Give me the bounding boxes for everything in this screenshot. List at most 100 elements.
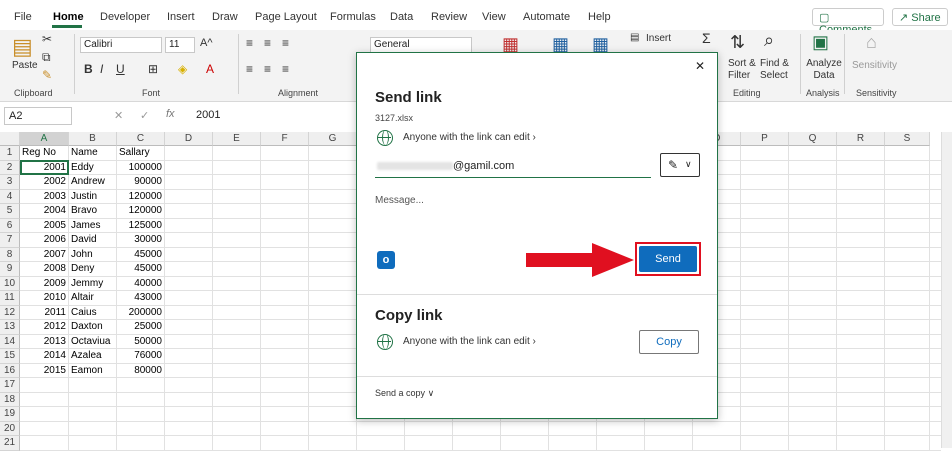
row-header-6[interactable]: 6 [0,218,20,233]
enter-icon[interactable]: ✓ [140,109,149,122]
cell-b10[interactable]: Jemmy [71,277,116,292]
sensitivity-label[interactable]: Sensitivity [852,60,897,71]
cell-a7[interactable]: 2006 [22,233,68,248]
cell-a10[interactable]: 2009 [22,277,68,292]
tab-automate[interactable]: Automate [523,11,570,23]
sort-filter-icon[interactable]: ⇅ [730,32,745,53]
name-box[interactable]: A2 [4,107,72,125]
cell-c2[interactable]: 100000 [119,161,164,176]
tab-review[interactable]: Review [431,11,467,23]
grow-font-icon[interactable]: A^ [200,37,213,49]
align-bottom-icon[interactable]: ≡ [282,36,289,50]
borders-icon[interactable]: ⊞ [148,62,158,76]
align-right-icon[interactable]: ≡ [282,62,289,76]
column-header-r[interactable]: R [837,132,885,146]
copy-button[interactable]: Copy [639,330,699,354]
cell-a1[interactable]: Reg No [22,146,68,161]
cell-c13[interactable]: 25000 [119,320,164,335]
cell-b19[interactable] [71,407,116,422]
font-size-select[interactable]: 11 [165,37,195,53]
cell-a13[interactable]: 2012 [22,320,68,335]
cell-a12[interactable]: 2011 [22,306,68,321]
row-header-18[interactable]: 18 [0,392,20,407]
column-header-c[interactable]: C [117,132,165,146]
send-button[interactable]: Send [639,246,697,272]
row-header-15[interactable]: 15 [0,349,20,364]
column-header-f[interactable]: F [261,132,309,146]
tab-file[interactable]: File [14,11,32,23]
cell-a14[interactable]: 2013 [22,335,68,350]
cell-c4[interactable]: 120000 [119,190,164,205]
paste-label[interactable]: Paste [12,60,38,71]
cancel-icon[interactable]: ✕ [114,109,123,122]
italic-icon[interactable]: I [100,62,103,76]
row-header-19[interactable]: 19 [0,407,20,422]
tab-formulas[interactable]: Formulas [330,11,376,23]
message-input[interactable]: Message... [375,195,424,206]
cell-b2[interactable]: Eddy [71,161,116,176]
row-header-4[interactable]: 4 [0,189,20,204]
cell-c16[interactable]: 80000 [119,364,164,379]
cell-b4[interactable]: Justin [71,190,116,205]
permission-dropdown[interactable]: ✎ ∨ [660,153,700,177]
share-button[interactable]: ↗ Share [892,8,948,26]
row-header-21[interactable]: 21 [0,436,20,451]
underline-icon[interactable]: U [116,62,125,76]
column-header-e[interactable]: E [213,132,261,146]
cell-a21[interactable] [22,436,68,451]
row-header-10[interactable]: 10 [0,276,20,291]
cell-a19[interactable] [22,407,68,422]
column-header-d[interactable]: D [165,132,213,146]
column-header-q[interactable]: Q [789,132,837,146]
tab-home[interactable]: Home [53,11,84,23]
copy-icon[interactable]: ⧉ [42,50,51,65]
row-header-3[interactable]: 3 [0,175,20,190]
column-header-s[interactable]: S [885,132,930,146]
font-color-icon[interactable]: A [206,62,214,76]
row-header-2[interactable]: 2 [0,160,20,175]
cell-b3[interactable]: Andrew [71,175,116,190]
fill-color-icon[interactable]: ◈ [178,62,187,76]
cell-c20[interactable] [119,422,164,437]
cell-b12[interactable]: Caius [71,306,116,321]
cell-b11[interactable]: Altair [71,291,116,306]
cell-a8[interactable]: 2007 [22,248,68,263]
cell-c5[interactable]: 120000 [119,204,164,219]
cell-a11[interactable]: 2010 [22,291,68,306]
cell-c1[interactable]: Sallary [119,146,164,161]
cell-b18[interactable] [71,393,116,408]
column-header-b[interactable]: B [69,132,117,146]
paste-icon[interactable]: ▤ [12,34,33,60]
cell-a9[interactable]: 2008 [22,262,68,277]
cell-c21[interactable] [119,436,164,451]
insert-cells-icon[interactable]: ▤ [630,32,639,43]
autosum-icon[interactable]: Σ [702,30,711,46]
cell-c8[interactable]: 45000 [119,248,164,263]
font-name-select[interactable]: Calibri [80,37,162,53]
cell-b9[interactable]: Deny [71,262,116,277]
column-header-a[interactable]: A [20,132,69,146]
cell-c7[interactable]: 30000 [119,233,164,248]
find-select-icon[interactable]: ⌕ [764,30,774,51]
number-format-select[interactable]: General [370,37,472,53]
sort-filter-label[interactable]: Sort & Filter [728,58,762,82]
cut-icon[interactable]: ✂ [42,32,52,46]
tab-view[interactable]: View [482,11,506,23]
outlook-icon[interactable]: o [377,251,395,269]
column-header-p[interactable]: P [741,132,789,146]
cell-c9[interactable]: 45000 [119,262,164,277]
formula-input[interactable]: 2001 [196,109,220,121]
tab-help[interactable]: Help [588,11,611,23]
tab-data[interactable]: Data [390,11,413,23]
row-header-9[interactable]: 9 [0,262,20,277]
cell-a18[interactable] [22,393,68,408]
close-icon[interactable]: ✕ [695,59,705,73]
find-select-label[interactable]: Find & Select [760,58,794,82]
format-painter-icon[interactable]: ✎ [42,68,52,82]
cell-b20[interactable] [71,422,116,437]
cell-b13[interactable]: Daxton [71,320,116,335]
sensitivity-icon[interactable]: ⌂ [866,32,877,53]
vertical-scrollbar[interactable] [941,132,952,448]
row-header-16[interactable]: 16 [0,363,20,378]
align-top-icon[interactable]: ≡ [246,36,253,50]
